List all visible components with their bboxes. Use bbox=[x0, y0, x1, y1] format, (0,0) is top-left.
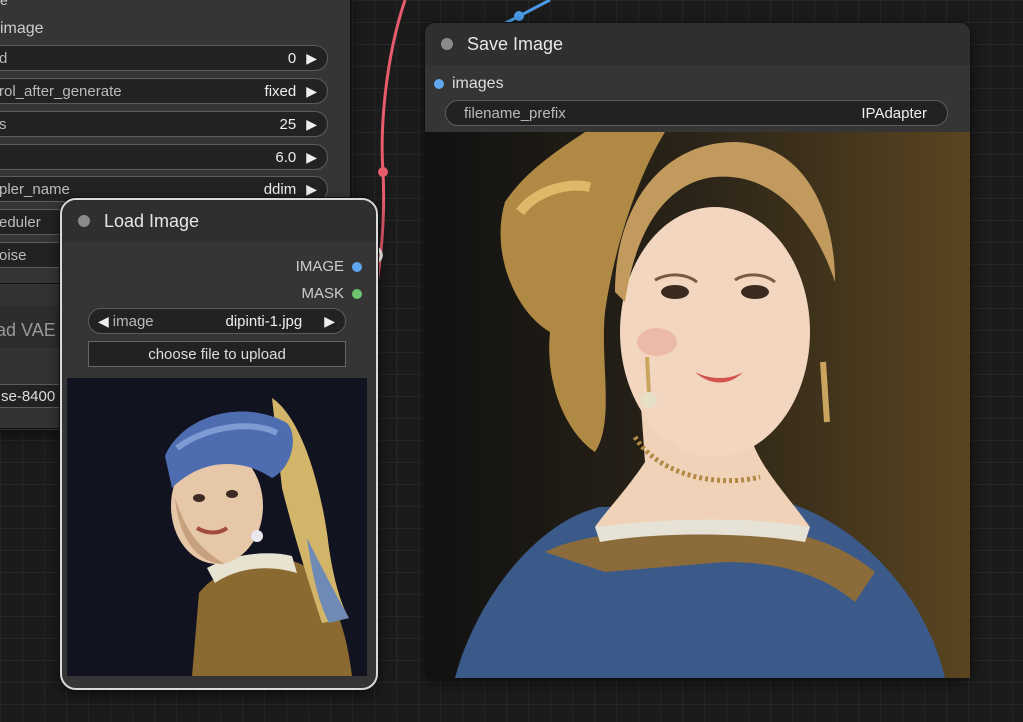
widget-value: ddim bbox=[263, 180, 297, 198]
images-input-dot-icon[interactable] bbox=[434, 79, 444, 89]
widget-name: d bbox=[0, 49, 8, 67]
increment-arrow-icon[interactable]: ▶ bbox=[324, 313, 345, 330]
increment-arrow-icon[interactable]: ▶ bbox=[306, 83, 327, 100]
collapse-dot-icon[interactable] bbox=[441, 38, 453, 50]
output-image-slot[interactable]: IMAGE bbox=[296, 258, 362, 275]
widget-name: filename_prefix bbox=[464, 104, 566, 122]
increment-arrow-icon[interactable]: ▶ bbox=[306, 181, 327, 198]
save-image-title-bar[interactable]: Save Image bbox=[425, 23, 970, 65]
images-input-slot[interactable]: images bbox=[434, 75, 504, 93]
saved-image-preview bbox=[425, 132, 970, 678]
increment-arrow-icon[interactable]: ▶ bbox=[306, 50, 327, 67]
vae-node-title: ad VAE bbox=[0, 320, 56, 340]
input-label: images bbox=[452, 75, 504, 92]
widget-value: dipinti-1.jpg bbox=[225, 312, 303, 330]
load-image-node[interactable]: Load Image IMAGE MASK ◀ image dipinti-1.… bbox=[60, 198, 378, 690]
upload-button-label: choose file to upload bbox=[148, 345, 286, 363]
increment-arrow-icon[interactable]: ▶ bbox=[306, 116, 327, 133]
filename-prefix-widget[interactable]: filename_prefix IPAdapter bbox=[445, 100, 948, 126]
widget-value: 0 bbox=[287, 49, 297, 67]
collapse-dot-icon[interactable] bbox=[78, 215, 90, 227]
blue-link-midpoint bbox=[514, 11, 524, 21]
widget-value: 6.0 bbox=[275, 148, 297, 166]
loaded-image-preview bbox=[67, 378, 367, 676]
control-after-generate-widget[interactable]: rol_after_generate fixed ▶ bbox=[0, 78, 328, 104]
image-output-dot-icon[interactable] bbox=[352, 261, 362, 272]
node-partial-title: e bbox=[0, 0, 8, 8]
upload-button[interactable]: choose file to upload bbox=[88, 341, 346, 367]
widget-value: 25 bbox=[279, 115, 297, 133]
save-image-node[interactable]: Save Image images filename_prefix IPAdap… bbox=[425, 23, 970, 678]
seed-widget[interactable]: d 0 ▶ bbox=[0, 45, 328, 71]
steps-widget[interactable]: s 25 ▶ bbox=[0, 111, 328, 137]
load-image-title-bar[interactable]: Load Image bbox=[62, 200, 376, 242]
widget-name: image bbox=[112, 312, 154, 330]
decrement-arrow-icon[interactable]: ◀ bbox=[89, 313, 113, 330]
widget-value: fixed bbox=[264, 82, 297, 100]
image-input-label: image bbox=[0, 20, 44, 37]
red-link-midpoint bbox=[378, 167, 388, 177]
cfg-widget[interactable]: 6.0 ▶ bbox=[0, 144, 328, 170]
output-mask-slot[interactable]: MASK bbox=[301, 285, 362, 302]
image-combo-widget[interactable]: ◀ image dipinti-1.jpg ▶ bbox=[88, 308, 346, 334]
widget-name: pler_name bbox=[0, 180, 70, 198]
widget-value: IPAdapter bbox=[861, 104, 927, 122]
output-label: IMAGE bbox=[295, 258, 344, 275]
widget-name: rol_after_generate bbox=[0, 82, 122, 100]
output-label: MASK bbox=[301, 285, 344, 302]
mask-output-dot-icon[interactable] bbox=[352, 288, 362, 299]
node-title: Save Image bbox=[467, 33, 564, 54]
increment-arrow-icon[interactable]: ▶ bbox=[306, 149, 327, 166]
node-title: Load Image bbox=[104, 210, 200, 231]
widget-name: s bbox=[0, 115, 7, 133]
